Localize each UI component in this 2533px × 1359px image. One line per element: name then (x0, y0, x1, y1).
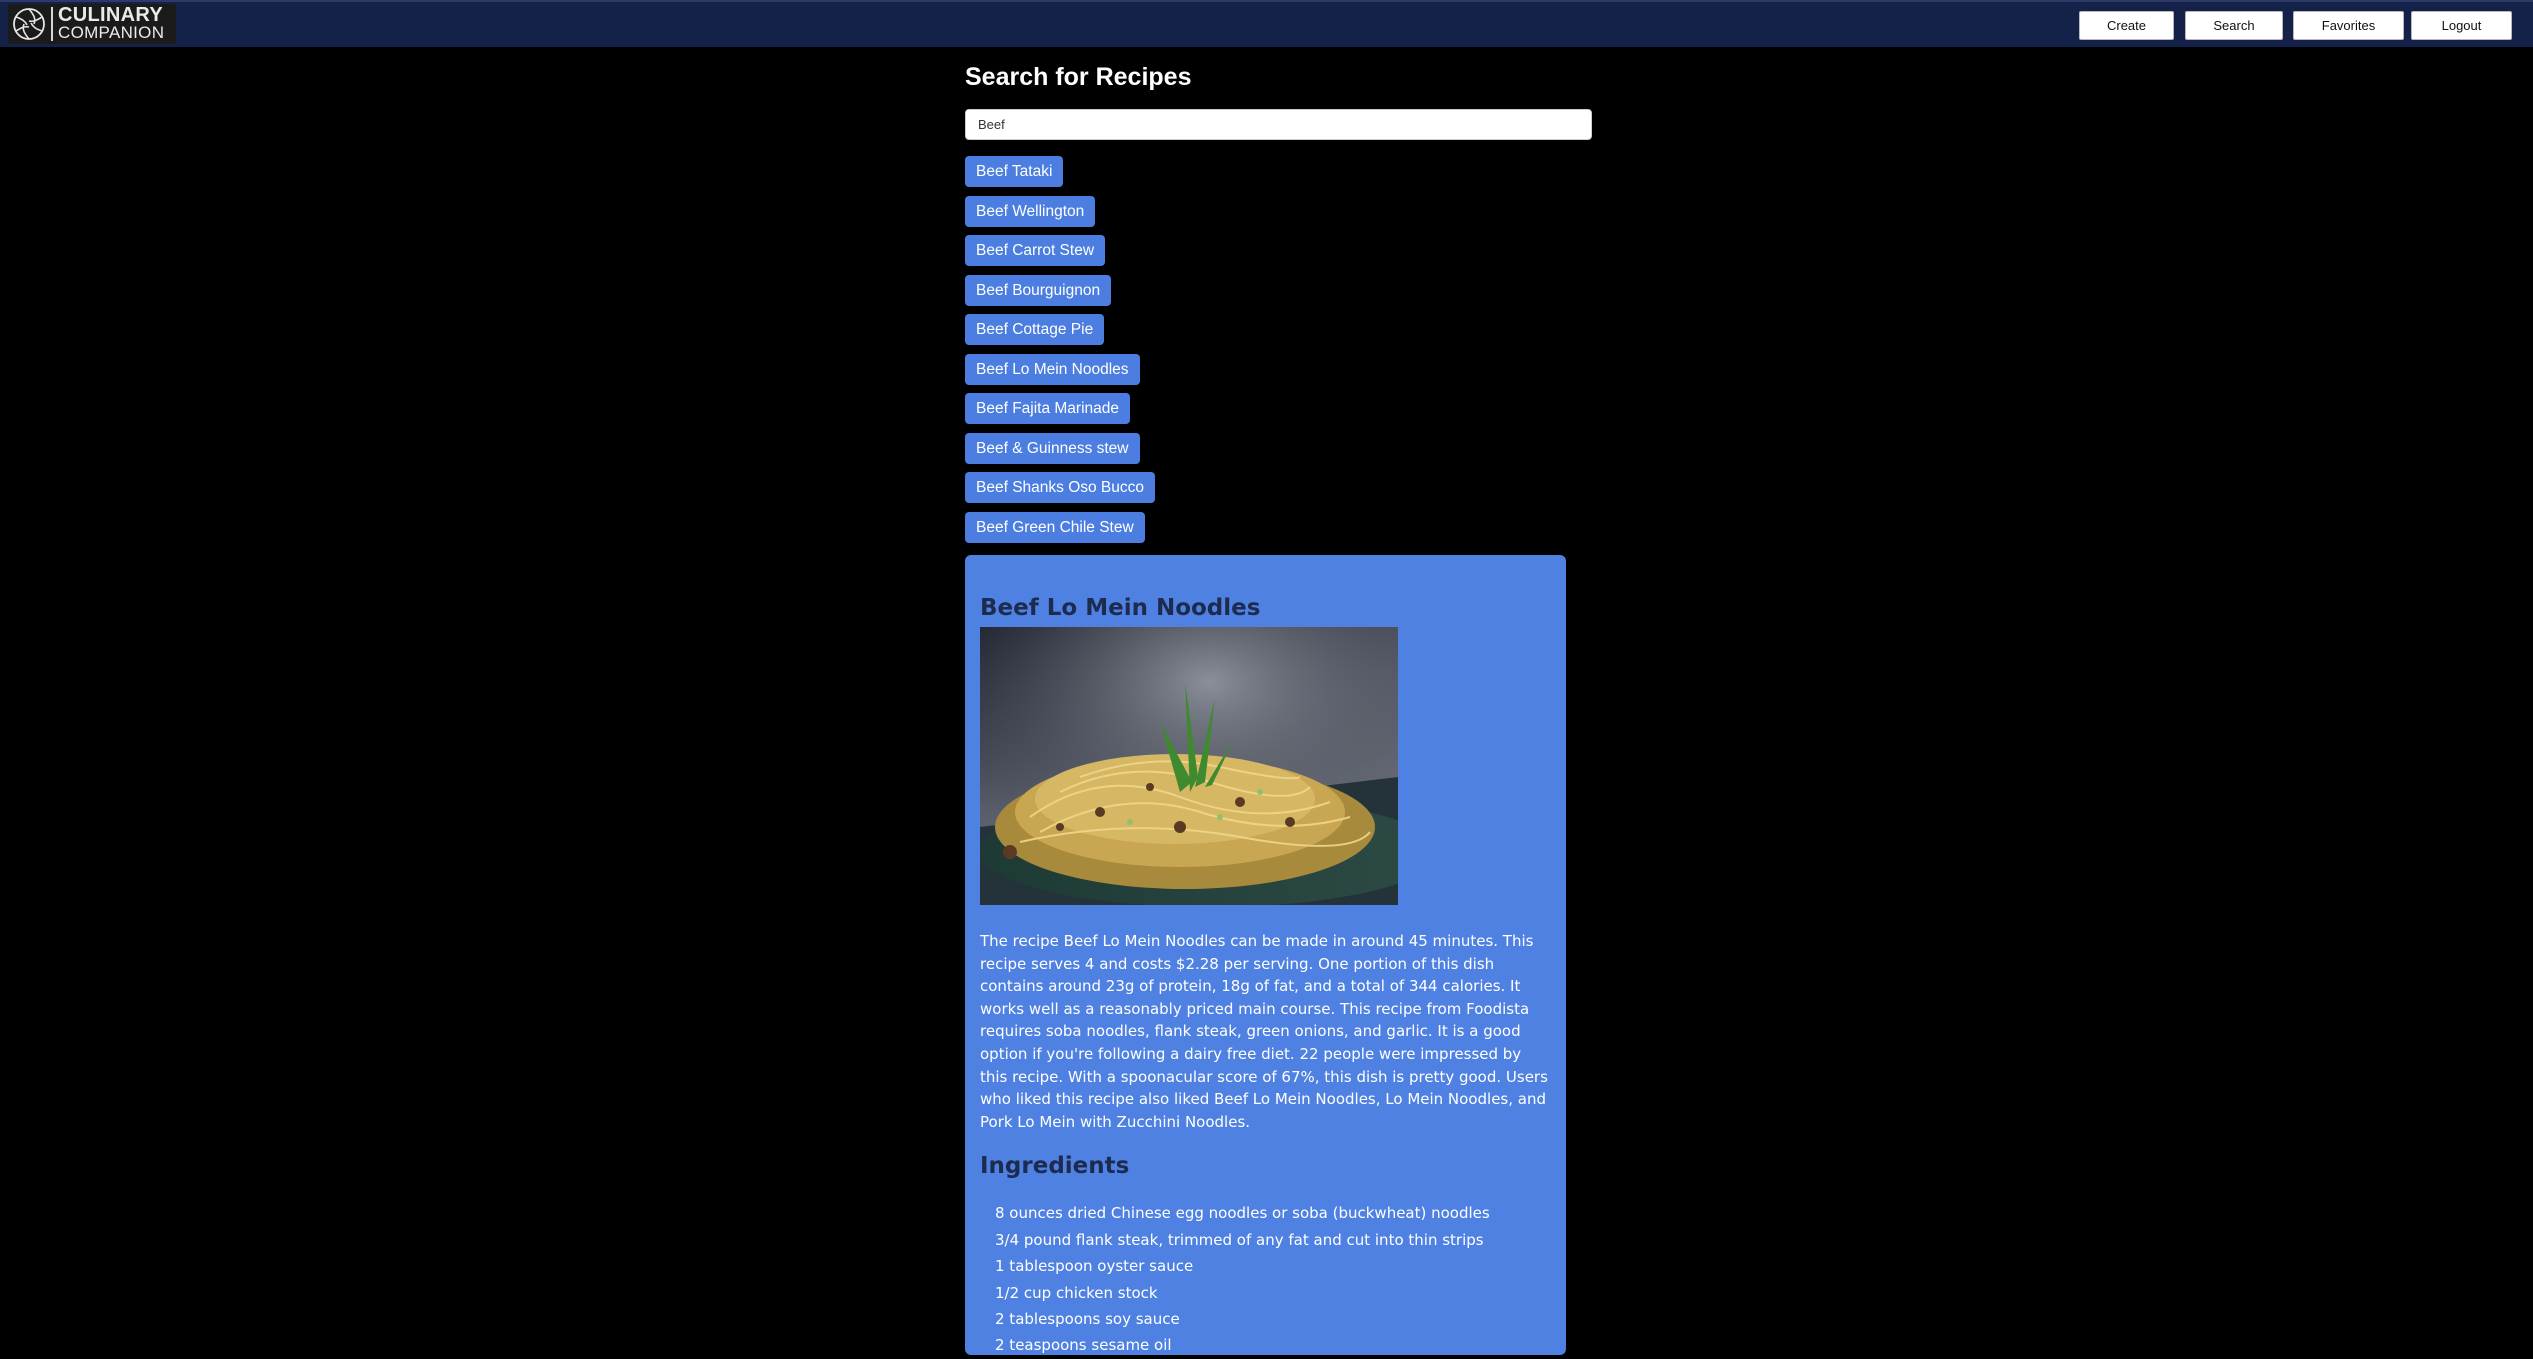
ingredient-item: 2 tablespoons soy sauce (995, 1310, 1180, 1329)
ingredient-item: 1 tablespoon oyster sauce (995, 1257, 1194, 1276)
result-beef-wellington[interactable]: Beef Wellington (965, 195, 1096, 227)
result-beef-green-chile-stew[interactable]: Beef Green Chile Stew (965, 511, 1145, 543)
search-input[interactable] (965, 109, 1592, 140)
result-beef-fajita-marinade[interactable]: Beef Fajita Marinade (965, 393, 1131, 424)
search-results: Beef Tataki Beef Wellington Beef Carrot … (965, 156, 1595, 543)
logo-divider (51, 7, 53, 41)
aperture-logo-icon (11, 6, 47, 42)
result-beef-shanks-oso-bucco[interactable]: Beef Shanks Oso Bucco (965, 472, 1156, 503)
result-beef-carrot-stew[interactable]: Beef Carrot Stew (965, 235, 1106, 266)
ingredient-item: 2 teaspoons sesame oil (995, 1336, 1172, 1355)
create-button[interactable]: Create (2079, 11, 2174, 40)
result-beef-cottage-pie[interactable]: Beef Cottage Pie (965, 314, 1105, 345)
result-beef-bourguignon[interactable]: Beef Bourguignon (965, 274, 1112, 306)
ingredient-item: 3/4 pound flank steak, trimmed of any fa… (995, 1230, 1484, 1249)
result-beef-lo-mein-noodles[interactable]: Beef Lo Mein Noodles (965, 353, 1140, 385)
ingredients-heading: Ingredients (980, 1153, 1130, 1180)
search-button[interactable]: Search (2185, 11, 2283, 40)
recipe-description: The recipe Beef Lo Mein Noodles can be m… (980, 932, 1548, 1131)
app-logo[interactable]: CULINARY COMPANION (8, 4, 176, 44)
logo-line-1: CULINARY (58, 4, 163, 26)
top-navbar: CULINARY COMPANION Create Search Favorit… (0, 0, 2533, 47)
result-beef-tataki[interactable]: Beef Tataki (965, 156, 1064, 187)
recipe-card: Beef Lo Mein Noodles The recipe Beef Lo … (965, 555, 1566, 1355)
logout-button[interactable]: Logout (2411, 11, 2512, 40)
search-panel: Search for Recipes Beef Tataki Beef Well… (965, 47, 1595, 551)
ingredient-item: 1/2 cup chicken stock (995, 1283, 1158, 1302)
result-beef-guinness-stew[interactable]: Beef & Guinness stew (965, 432, 1140, 464)
favorites-button[interactable]: Favorites (2293, 11, 2404, 40)
logo-line-2: COMPANION (58, 23, 165, 42)
noodle-dish-photo (980, 627, 1398, 905)
recipe-title: Beef Lo Mein Noodles (980, 595, 1261, 621)
ingredient-item: 8 ounces dried Chinese egg noodles or so… (995, 1204, 1490, 1223)
logo-text: CULINARY COMPANION (58, 4, 165, 42)
page-title: Search for Recipes (965, 63, 1192, 91)
ingredients-list: 8 ounces dried Chinese egg noodles or so… (980, 1200, 1551, 1358)
